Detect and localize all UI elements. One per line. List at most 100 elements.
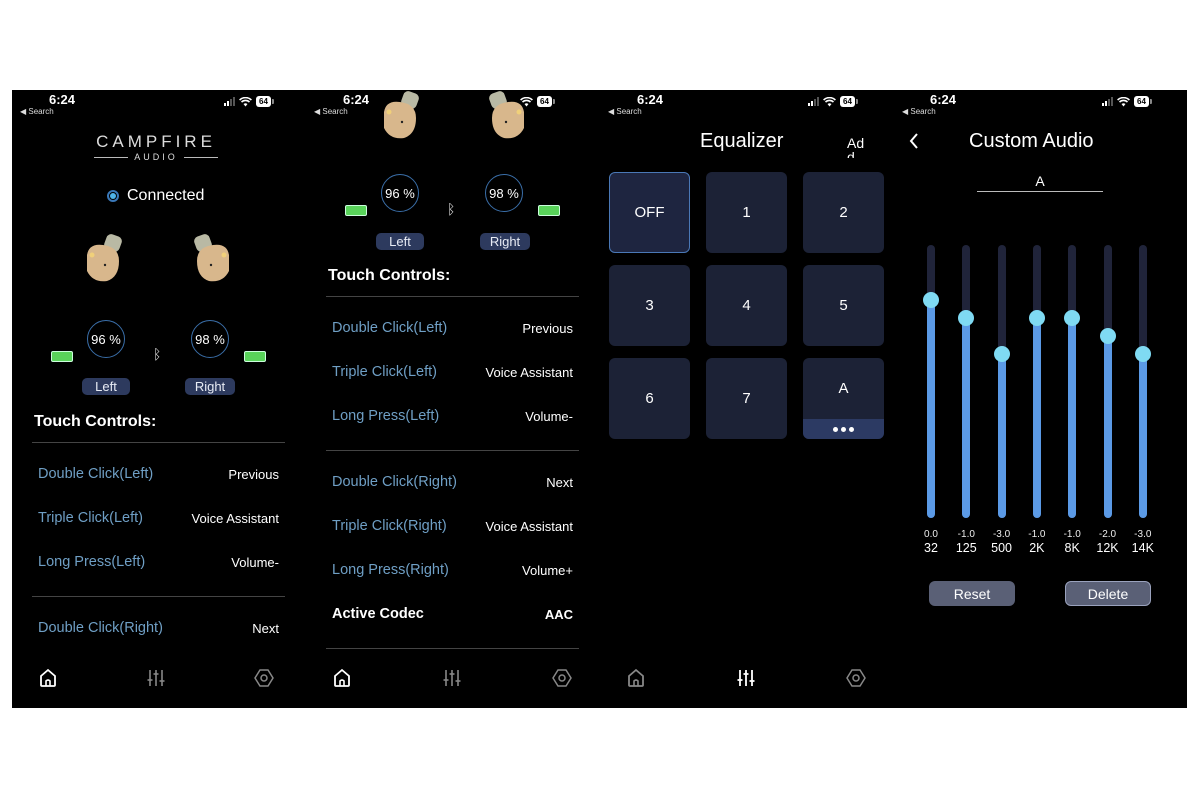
hexagon-gear-icon[interactable] — [552, 668, 572, 688]
left-battery-percent: 96 % — [87, 320, 125, 358]
eq-slider-125[interactable] — [958, 245, 975, 518]
sliders-icon[interactable] — [146, 668, 166, 688]
touch-controls-title: Touch Controls: — [34, 413, 157, 430]
status-icons: 64 — [1102, 96, 1152, 107]
eq-slider-500[interactable] — [993, 245, 1010, 518]
active-codec-row: Active Codec AAC — [332, 606, 573, 622]
more-options-button[interactable] — [803, 419, 884, 439]
eq-gain-label: -3.0 — [1134, 529, 1152, 540]
divider — [326, 648, 579, 649]
eq-slider-fill — [1103, 336, 1112, 518]
eq-gain-label: -3.0 — [992, 529, 1011, 540]
wifi-icon — [520, 96, 533, 106]
touch-controls-title: Touch Controls: — [328, 267, 451, 284]
eq-frequency-label: 12K — [1096, 541, 1119, 555]
preset-2[interactable]: 2 — [803, 172, 884, 253]
control-row-triple-click-left[interactable]: Triple Click(Left) Voice Assistant — [332, 364, 573, 380]
control-row-long-press-left[interactable]: Long Press(Left) Volume- — [332, 408, 573, 424]
eq-gain-label: -2.0 — [1098, 529, 1117, 540]
control-row-double-click-left[interactable]: Double Click(Left) Previous — [332, 320, 573, 336]
custom-audio-title: Custom Audio — [969, 130, 1094, 152]
eq-slider-2k[interactable] — [1028, 245, 1045, 518]
control-row-double-click-left[interactable]: Double Click(Left) Previous — [38, 466, 279, 482]
hexagon-gear-icon[interactable] — [254, 668, 274, 688]
left-earbud-image — [384, 91, 419, 139]
preset-5[interactable]: 5 — [803, 265, 884, 346]
connected-dot-icon — [107, 190, 119, 202]
preset-1[interactable]: 1 — [706, 172, 787, 253]
bottom-nav — [12, 668, 300, 688]
eq-slider-knob[interactable] — [1134, 346, 1151, 363]
hexagon-gear-icon[interactable] — [846, 668, 866, 688]
status-icons: 64 — [224, 96, 274, 107]
eq-slider-fill — [997, 354, 1006, 518]
bottom-nav — [596, 668, 894, 688]
eq-gain-label: 0.0 — [924, 529, 938, 540]
home-icon[interactable] — [39, 668, 57, 688]
home-icon[interactable] — [627, 668, 645, 688]
left-battery-icon — [345, 205, 367, 216]
eq-slider-fill — [1138, 354, 1147, 518]
eq-slider-knob[interactable] — [993, 346, 1010, 363]
control-row-long-press-right[interactable]: Long Press(Right) Volume+ — [332, 562, 573, 578]
preset-off[interactable]: OFF — [609, 172, 690, 253]
eq-slider-8k[interactable] — [1064, 245, 1081, 518]
bluetooth-icon: ᛒ — [153, 346, 162, 362]
back-to-search[interactable]: ◀ Search — [902, 107, 936, 116]
right-battery-percent: 98 % — [485, 174, 523, 212]
battery-indicator: 64 — [840, 96, 858, 107]
eq-gain-label: -1.0 — [957, 529, 975, 540]
eq-slider-fill — [962, 317, 971, 518]
preset-3[interactable]: 3 — [609, 265, 690, 346]
wifi-icon — [239, 96, 252, 106]
control-row-triple-click-left[interactable]: Triple Click(Left) Voice Assistant — [38, 510, 279, 526]
signal-icon — [1102, 97, 1113, 106]
preset-name-input[interactable]: A — [977, 173, 1103, 192]
add-preset-button[interactable]: Add — [847, 136, 865, 158]
preset-7[interactable]: 7 — [706, 358, 787, 439]
eq-gain-label: -1.0 — [1063, 529, 1081, 540]
control-row-triple-click-right[interactable]: Triple Click(Right) Voice Assistant — [332, 518, 573, 534]
delete-button[interactable]: Delete — [1065, 581, 1151, 606]
control-row-double-click-right[interactable]: Double Click(Right) Next — [38, 620, 279, 636]
right-earbud-label: Right — [185, 378, 235, 395]
preset-6[interactable]: 6 — [609, 358, 690, 439]
eq-slider-knob[interactable] — [958, 309, 975, 326]
eq-slider-knob[interactable] — [923, 291, 939, 308]
back-to-search[interactable]: ◀ Search — [314, 107, 348, 116]
right-battery-icon — [538, 205, 560, 216]
eq-slider-knob[interactable] — [1028, 309, 1045, 326]
eq-slider-32[interactable] — [923, 245, 939, 518]
eq-slider-14k[interactable] — [1134, 245, 1151, 518]
home-icon[interactable] — [333, 668, 351, 688]
divider — [326, 450, 579, 451]
battery-indicator: 64 — [537, 96, 555, 107]
control-row-long-press-left[interactable]: Long Press(Left) Volume- — [38, 554, 279, 570]
preset-a[interactable]: A — [803, 358, 884, 439]
eq-slider-12k[interactable] — [1099, 245, 1116, 518]
signal-icon — [808, 97, 819, 106]
reset-button[interactable]: Reset — [929, 581, 1015, 606]
preset-4[interactable]: 4 — [706, 265, 787, 346]
divider — [32, 442, 285, 443]
eq-slider-knob[interactable] — [1064, 309, 1081, 326]
equalizer-title: Equalizer — [700, 130, 784, 152]
signal-icon — [224, 97, 235, 106]
connection-status: Connected — [107, 187, 204, 205]
eq-frequency-label: 125 — [955, 541, 977, 555]
eq-frequency-label: 32 — [924, 541, 938, 555]
right-earbud-image — [194, 234, 229, 282]
sliders-icon[interactable] — [442, 668, 462, 688]
battery-indicator: 64 — [1134, 96, 1152, 107]
back-to-search[interactable]: ◀ Search — [20, 107, 54, 116]
eq-slider-knob[interactable] — [1099, 328, 1116, 344]
status-icons: 64 — [520, 96, 555, 107]
right-battery-icon — [244, 351, 266, 362]
left-earbud-label: Left — [82, 378, 130, 395]
battery-indicator: 64 — [256, 96, 274, 107]
back-to-search[interactable]: ◀ Search — [608, 107, 642, 116]
left-earbud-label: Left — [376, 233, 424, 250]
sliders-icon[interactable] — [736, 668, 756, 688]
control-row-double-click-right[interactable]: Double Click(Right) Next — [332, 474, 573, 490]
back-chevron-icon[interactable] — [909, 132, 919, 150]
